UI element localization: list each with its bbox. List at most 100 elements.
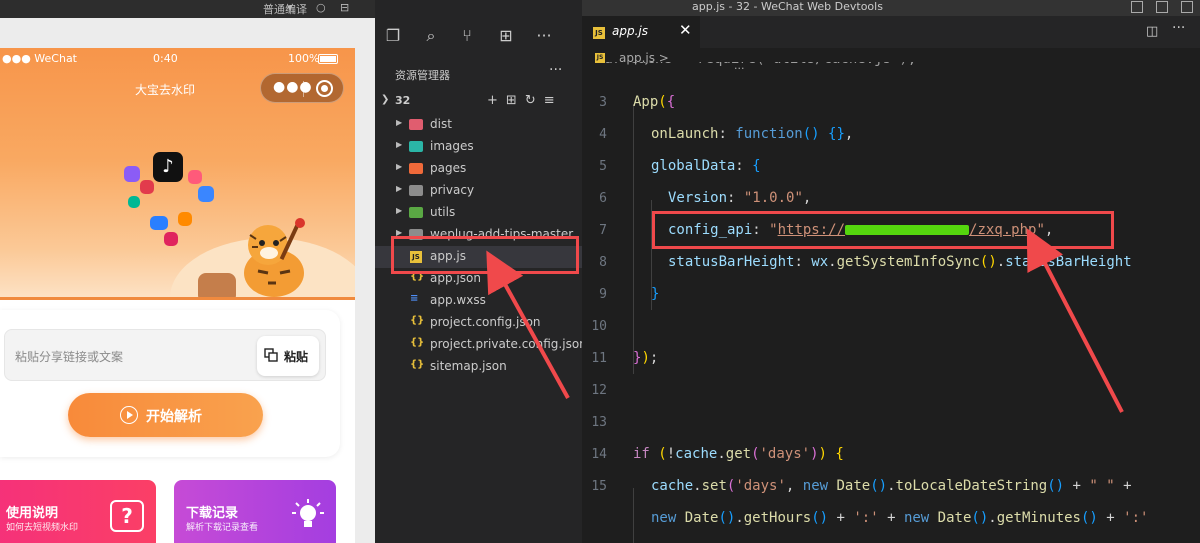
usage-guide-card[interactable]: 使用说明 如何去短视频水印 ?: [0, 480, 156, 543]
source-control-icon[interactable]: ⑂: [456, 25, 478, 47]
panel-toggle-icon[interactable]: [1156, 1, 1168, 13]
app-logo-icon: [124, 166, 140, 182]
tree-item-sitemap-json[interactable]: {} sitemap.json: [375, 356, 582, 378]
app-logo-icon: [178, 212, 192, 226]
files-icon[interactable]: ❐: [382, 25, 404, 47]
refresh-icon[interactable]: ○: [316, 1, 326, 14]
battery-text: 100%: [288, 52, 320, 65]
line-number: 15: [591, 479, 607, 494]
start-parse-button[interactable]: 开始解析: [68, 393, 263, 437]
app-logo-icon: [128, 196, 140, 208]
play-icon: [120, 406, 138, 424]
code-area[interactable]: var cache = require('utils/cache.js'); 3…: [582, 51, 1200, 543]
search-card: 粘贴分享链接或文案 粘贴 开始解析: [0, 310, 340, 457]
new-file-icon[interactable]: +: [487, 93, 506, 108]
code-line: 11 });: [582, 344, 1200, 376]
tree-item-label: project.private.config.json: [430, 337, 587, 351]
code-text: App({: [633, 94, 676, 110]
code-line: new Date().getHours() + ':' + new Date()…: [582, 504, 1200, 536]
tree-item-label: sitemap.json: [430, 359, 507, 373]
line-number: 9: [599, 287, 607, 302]
line-number: 12: [591, 383, 607, 398]
tree-item-pages[interactable]: ▶ pages: [375, 158, 582, 180]
paste-button[interactable]: 粘贴: [257, 336, 319, 376]
code-text: });: [633, 350, 659, 366]
chevron-right-icon: ▶: [396, 184, 403, 193]
code-text: cache.set('days', new Date().toLocaleDat…: [651, 478, 1132, 494]
code-line: 12: [582, 376, 1200, 408]
clock-text: 0:40: [153, 52, 178, 65]
tiktok-icon: ♪: [153, 152, 183, 182]
split-editor-icon[interactable]: ◫: [1146, 24, 1158, 39]
header-banner: ●●● WeChat 0:40 100% 大宝去水印 ●●● ♪: [0, 48, 355, 300]
code-editor: JS app.js ✕ ◫ ··· var cache = require('u…: [582, 16, 1200, 543]
more-icon[interactable]: ···: [533, 25, 555, 47]
capsule-divider: [303, 81, 304, 97]
tab-app-js[interactable]: JS app.js ✕: [582, 16, 700, 48]
compile-mode-select[interactable]: 普通编译: [263, 1, 307, 17]
tree-item-label: dist: [430, 117, 452, 131]
more-icon[interactable]: ●●●: [273, 79, 313, 95]
folder-icon: [409, 119, 423, 130]
code-line: 15 cache.set('days', new Date().toLocale…: [582, 472, 1200, 504]
line-number: 7: [599, 223, 607, 238]
status-bar: ●●● WeChat 0:40 100%: [0, 52, 355, 68]
app-logo-icon: [198, 186, 214, 202]
collapse-all-icon[interactable]: ≡: [544, 93, 563, 108]
code-line: 10: [582, 312, 1200, 344]
breadcrumb-path[interactable]: app.js >: [619, 51, 669, 65]
explorer-more-icon[interactable]: ···: [549, 62, 562, 78]
simulator-gap: [355, 48, 375, 543]
refresh-icon[interactable]: ↻: [525, 93, 544, 108]
project-folder-row[interactable]: ❯ 32 +⊞↻≡: [375, 93, 582, 111]
extensions-icon[interactable]: ⊞: [495, 25, 517, 47]
help-icon: ?: [110, 500, 144, 532]
folder-icon: [409, 207, 423, 218]
folder-icon: [409, 185, 423, 196]
simulator-panel: 普通编译 ▾ ○ ⊟ ●●● WeChat 0:40 100% 大宝去水印 ●●…: [0, 0, 375, 543]
code-line: 13: [582, 408, 1200, 440]
chevron-down-icon[interactable]: ▾: [287, 1, 293, 14]
tree-item-project-config-json[interactable]: {} project.config.json: [375, 312, 582, 334]
tree-item-utils[interactable]: ▶ utils: [375, 202, 582, 224]
chevron-right-icon: ▶: [396, 118, 403, 127]
start-parse-label: 开始解析: [146, 409, 202, 425]
js-file-icon: JS: [593, 27, 605, 39]
simulator-toolbar: 普通编译 ▾ ○ ⊟: [0, 0, 375, 18]
tree-item-app-wxss[interactable]: ≡ app.wxss: [375, 290, 582, 312]
tree-item-label: privacy: [430, 183, 475, 197]
more-icon[interactable]: ···: [1172, 20, 1185, 36]
folder-icon: [409, 163, 423, 174]
new-folder-icon[interactable]: ⊞: [506, 93, 525, 108]
json-file-icon: {}: [410, 359, 425, 370]
highlight-box-config-api: [652, 211, 1114, 249]
download-history-subtitle: 解析下载记录查看: [186, 523, 259, 533]
usage-guide-subtitle: 如何去短视频水印: [6, 523, 79, 533]
highlight-box-app-js: [391, 236, 579, 274]
folder-icon: [409, 141, 423, 152]
tree-item-label: images: [430, 139, 474, 153]
preview-icon[interactable]: ⊟: [340, 1, 349, 14]
close-icon[interactable]: ✕: [679, 21, 692, 39]
tree-item-privacy[interactable]: ▶ privacy: [375, 180, 582, 202]
miniprogram-capsule: ●●●: [260, 73, 344, 103]
tree-item-project-private-config-json[interactable]: {} project.private.config.json: [375, 334, 587, 356]
code-text: Version: "1.0.0",: [668, 190, 812, 206]
code-text: onLaunch: function() {},: [651, 126, 854, 142]
tree-item-dist[interactable]: ▶ dist: [375, 114, 582, 136]
tab-label: app.js: [612, 24, 648, 38]
search-icon[interactable]: ⌕: [420, 25, 442, 47]
line-number: 3: [599, 95, 607, 110]
sidebar-toggle-icon[interactable]: [1181, 1, 1193, 13]
download-history-card[interactable]: 下载记录 解析下载记录查看: [174, 480, 336, 543]
tree-item-images[interactable]: ▶ images: [375, 136, 582, 158]
chevron-right-icon: ▶: [396, 162, 403, 171]
code-text: globalData: {: [651, 158, 761, 174]
copy-icon: [264, 348, 278, 362]
close-miniprogram-icon[interactable]: [316, 80, 333, 97]
code-text: if (!cache.get('days')) {: [633, 446, 844, 462]
banner-divider: [0, 297, 355, 300]
share-link-input[interactable]: 粘贴分享链接或文案 粘贴: [4, 329, 326, 381]
breadcrumb-symbols[interactable]: ···: [734, 62, 745, 75]
layout-toggle-icon[interactable]: [1131, 1, 1143, 13]
